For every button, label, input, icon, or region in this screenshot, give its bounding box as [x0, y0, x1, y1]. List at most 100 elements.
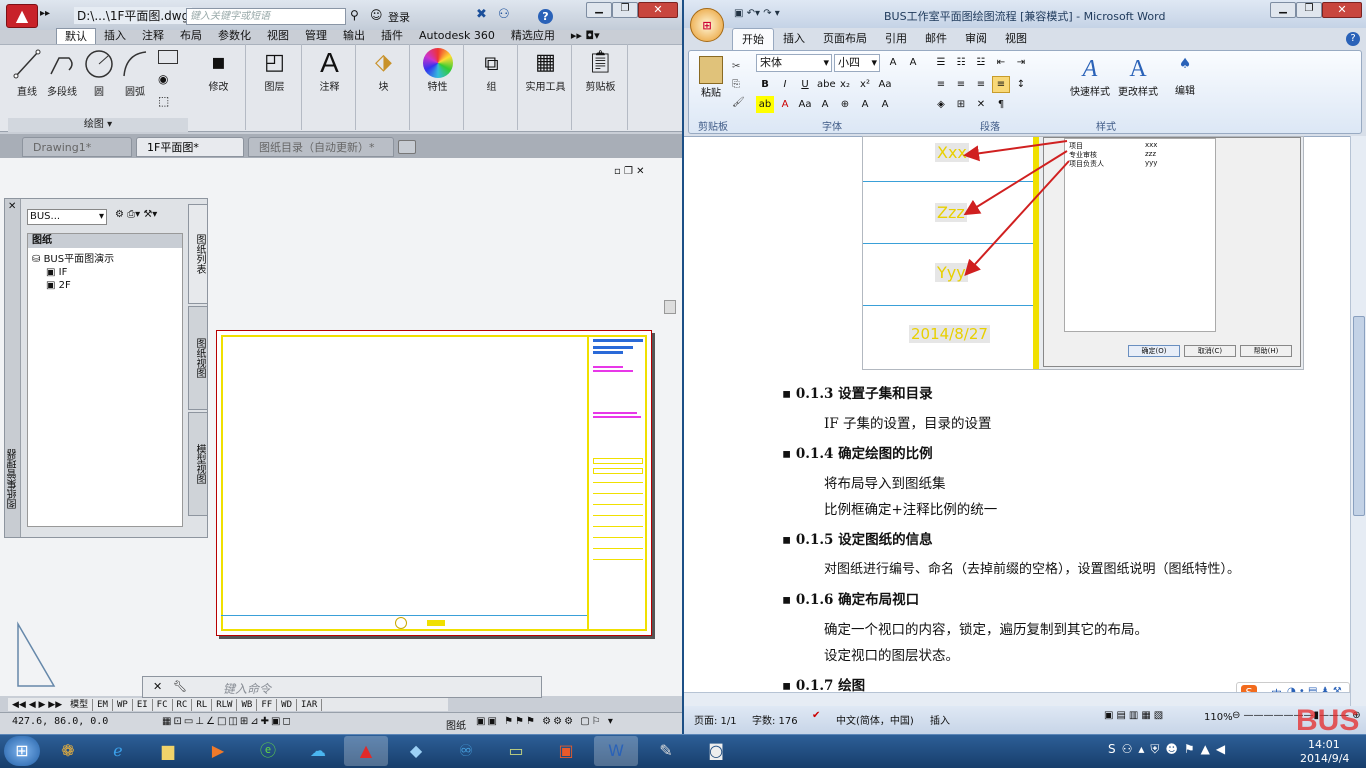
annotate-group[interactable]: A 注释 — [304, 44, 356, 130]
group-font[interactable]: 字体 — [822, 118, 842, 133]
word-tab-home[interactable]: 开始 — [732, 28, 774, 50]
horizontal-scrollbar[interactable] — [684, 692, 1350, 706]
font-buttons-row3[interactable]: ab A Aa A ⊕ A A — [756, 96, 896, 113]
status-toggle-icons[interactable]: ▦⊡▭⊥∠□◫⊞⊿✚▣◻ — [162, 716, 293, 727]
layout-tab[interactable]: RC — [173, 698, 193, 711]
word-close-button[interactable]: ✕ — [1322, 2, 1362, 18]
taskbar-icon-app4[interactable]: ▭ — [494, 736, 538, 766]
taskbar-icon-app2[interactable]: ◆ — [394, 736, 438, 766]
clipboard-group[interactable]: 📋︎ 剪贴板 — [574, 44, 628, 130]
doc-tab-drawing1[interactable]: Drawing1* — [22, 137, 132, 157]
circle-tool[interactable]: 圆 — [82, 48, 116, 98]
command-input[interactable]: 键入命令 — [223, 680, 271, 697]
taskbar-icon-word[interactable]: W — [594, 736, 638, 766]
layout-tab[interactable]: WB — [237, 698, 258, 711]
close-button[interactable]: ✕ — [638, 2, 678, 18]
rectangle-tool-icon[interactable] — [158, 50, 178, 64]
clock-date[interactable]: 2014/9/4 — [1300, 752, 1349, 765]
help-button[interactable]: ? — [538, 9, 553, 24]
layout-tab[interactable]: 模型 — [66, 698, 94, 711]
scroll-thumb[interactable] — [1353, 316, 1365, 516]
modify-group[interactable]: ▪ 修改 — [192, 44, 246, 130]
exchange-icon[interactable]: ✖ — [476, 7, 487, 22]
paper-space-label[interactable]: 图纸 — [446, 717, 466, 732]
tab-annotate[interactable]: 注释 — [134, 28, 172, 44]
doc-tab-catalog[interactable]: 图纸目录（自动更新）* — [248, 137, 394, 157]
word-tab-mailings[interactable]: 邮件 — [916, 28, 956, 50]
status-words[interactable]: 字数: 176 — [752, 712, 798, 727]
tab-layout[interactable]: 布局 — [172, 28, 210, 44]
layout-tab[interactable]: RLW — [212, 698, 238, 711]
layout-tab[interactable]: EI — [133, 698, 153, 711]
layout-tab[interactable]: WP — [113, 698, 133, 711]
layout-tab[interactable]: WD — [277, 698, 297, 711]
layout-tab[interactable]: IAR — [297, 698, 323, 711]
status-tray-icons[interactable]: ▣▣ ⚑⚑⚑ ⚙⚙⚙ ▢⚐ ▾ — [476, 716, 615, 727]
new-tab-icon[interactable] — [398, 140, 416, 154]
word-tab-layout[interactable]: 页面布局 — [814, 28, 876, 50]
region-tool-icon[interactable]: ⬚ — [158, 94, 169, 108]
command-settings-icon[interactable]: 🔧︎ — [173, 680, 187, 693]
font-name-select[interactable]: 宋体 ▾ — [756, 54, 832, 72]
command-line[interactable]: ✕ 🔧︎ 键入命令 — [142, 676, 542, 698]
status-language[interactable]: 中文(简体，中国) — [836, 712, 914, 727]
community-icon[interactable]: ⚇ — [498, 7, 510, 22]
binoculars-icon[interactable]: ⚲ — [350, 8, 359, 22]
tab-plugins[interactable]: 插件 — [373, 28, 411, 44]
font-size-select[interactable]: 小四 ▾ — [834, 54, 880, 72]
layout-sheet[interactable] — [216, 330, 652, 636]
tab-default[interactable]: 默认 — [56, 28, 96, 44]
palette-close-icon[interactable]: ✕ — [8, 201, 16, 212]
taskbar-icon-explorer[interactable]: ▆ — [146, 736, 190, 766]
status-mode[interactable]: 插入 — [930, 712, 950, 727]
ssm-tab-list[interactable]: 图纸列表 — [188, 204, 208, 304]
quick-access-icons[interactable]: ▣ ↶▾ ↷ ▾ — [734, 8, 780, 19]
word-tab-review[interactable]: 审阅 — [956, 28, 996, 50]
ssm-toolbar-icons[interactable]: ⚙ ⎙▾ ⚒▾ — [115, 209, 157, 220]
tab-parametric[interactable]: 参数化 — [210, 28, 259, 44]
line-tool[interactable]: 直线 — [10, 48, 44, 98]
sheet-item-1f[interactable]: ▣ IF — [28, 267, 182, 278]
group-styles[interactable]: 样式 — [1096, 118, 1116, 133]
taskbar-icon-app1[interactable]: ❁ — [46, 736, 90, 766]
group-paragraph[interactable]: 段落 — [980, 118, 1000, 133]
taskbar-icon-ie[interactable]: ℯ — [96, 736, 140, 766]
quick-styles-button[interactable]: A 快速样式 — [1068, 56, 1112, 98]
embedded-screenshot[interactable]: Xxx Zzz Yyy 2014/8/27 项目 xxx 专业审核 zzz 项目… — [862, 136, 1304, 370]
taskbar-icon-browser[interactable]: ⓔ — [246, 736, 290, 766]
group-clipboard[interactable]: 剪贴板 — [698, 118, 728, 133]
doc-tab-1f[interactable]: 1F平面图* — [136, 137, 244, 157]
sheet-set-dropdown[interactable]: BUS... ▾ — [27, 209, 107, 225]
word-restore-button[interactable]: ❐ — [1296, 2, 1322, 18]
cut-copy-icons[interactable]: ✂ ⎘ 🖌︎ — [732, 58, 745, 112]
properties-group[interactable]: 特性 — [412, 44, 464, 130]
login-link[interactable]: 登录 — [388, 9, 410, 25]
layers-group[interactable]: ◰ 图层 — [248, 44, 302, 130]
minimize-button[interactable]: ▁ — [586, 2, 612, 18]
ssm-tab-views[interactable]: 图纸视图 — [188, 306, 208, 410]
search-input[interactable]: 键入关键字或短语 — [186, 8, 346, 25]
font-buttons-row2[interactable]: B I Uabe x₂ x² Aa — [756, 76, 896, 93]
word-tab-insert[interactable]: 插入 — [774, 28, 814, 50]
taskbar-icon-autocad[interactable]: ▲ — [344, 736, 388, 766]
draw-panel-label[interactable]: 绘图 ▾ — [8, 118, 188, 132]
status-page[interactable]: 页面: 1/1 — [694, 712, 737, 727]
ssm-tab-model[interactable]: 模型视图 — [188, 412, 208, 516]
font-buttons-row1[interactable]: AA — [884, 54, 924, 71]
layout-nav-icon[interactable]: ◀◀ ◀ ▶ ▶▶ — [8, 700, 66, 710]
taskbar-icon-app5[interactable]: ▣ — [544, 736, 588, 766]
canvas-scrollbar[interactable] — [664, 300, 676, 314]
taskbar-icon-app6[interactable]: ✎ — [644, 736, 688, 766]
user-icon[interactable]: ☺ — [370, 8, 383, 22]
vertical-scrollbar[interactable] — [1350, 136, 1366, 706]
taskbar-icon-cloud[interactable]: ☁ — [296, 736, 340, 766]
paragraph-buttons-row1[interactable]: ☰ ☷ ☳ ⇤ ⇥ — [932, 54, 1032, 71]
word-minimize-button[interactable]: ▁ — [1270, 2, 1296, 18]
view-buttons[interactable]: ▣▤▥▦▧ — [1104, 710, 1166, 721]
taskbar-icon-app3[interactable]: ♾ — [444, 736, 488, 766]
command-close-icon[interactable]: ✕ — [153, 680, 162, 693]
start-button[interactable]: ⊞ — [4, 736, 40, 766]
word-tab-references[interactable]: 引用 — [876, 28, 916, 50]
layout-tab[interactable]: FC — [153, 698, 173, 711]
tab-featured[interactable]: 精选应用 — [503, 28, 563, 44]
